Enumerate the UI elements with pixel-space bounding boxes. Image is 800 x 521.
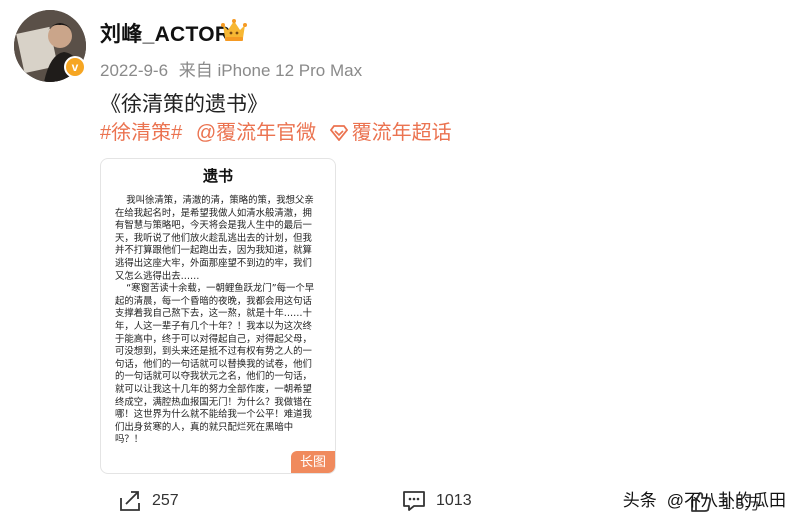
username[interactable]: 刘峰_ACTOR — [100, 18, 230, 48]
weibo-post: v 刘峰_ACTOR 2022-9-6 来自 iPhone 12 Pro Max… — [0, 0, 800, 521]
watermark-source: 头条 — [622, 491, 657, 510]
watermark-account: @不八卦的瓜田 — [666, 491, 786, 510]
document-heading: 遗书 — [202, 168, 233, 185]
supertopic-label: 覆流年超话 — [351, 122, 452, 144]
hashtag-link[interactable]: #徐清策# — [100, 122, 182, 144]
long-image-badge: 长图 — [291, 451, 335, 473]
post-source: 来自 iPhone 12 Pro Max — [178, 61, 363, 80]
post-title: 《徐清策的遗书》 — [100, 93, 268, 116]
watermark: 头条 @不八卦的瓜田 — [623, 486, 786, 511]
post-meta: 2022-9-6 来自 iPhone 12 Pro Max — [100, 56, 368, 81]
repost-count: 257 — [152, 492, 179, 509]
comment-button[interactable]: 1013 — [402, 490, 472, 512]
repost-button[interactable]: 257 — [118, 490, 179, 512]
share-icon — [120, 491, 140, 511]
post-tags: #徐清策# @覆流年官微 覆流年超话 — [100, 116, 468, 145]
long-image-attachment[interactable]: 遗书 我叫徐清策，清澈的清，策略的策，我想父亲在给我起名时，是希望我做人如清水般… — [100, 158, 336, 474]
document-paragraph: 我叫徐清策，清澈的清，策略的策，我想父亲在给我起名时，是希望我做人如清水般清澈，… — [115, 195, 314, 282]
comment-count: 1013 — [436, 492, 472, 509]
document-paragraph: “寒窗苦读十余载，一朝鲤鱼跃龙门”每一个早起的清晨，每一个昏暗的夜晚，我都会用这… — [115, 283, 315, 446]
document-body: 我叫徐清策，清澈的清，策略的策，我想父亲在给我起名时，是希望我做人如清水般清澈，… — [101, 187, 335, 447]
comment-icon — [403, 491, 425, 511]
vip-crown-icon[interactable] — [220, 17, 248, 43]
supertopic-diamond-icon — [329, 125, 348, 141]
mention-link[interactable]: @覆流年官微 — [196, 122, 316, 144]
supertopic-link[interactable]: 覆流年超话 — [329, 122, 460, 144]
verified-badge: v — [64, 56, 86, 78]
post-date: 2022-9-6 — [100, 61, 169, 80]
